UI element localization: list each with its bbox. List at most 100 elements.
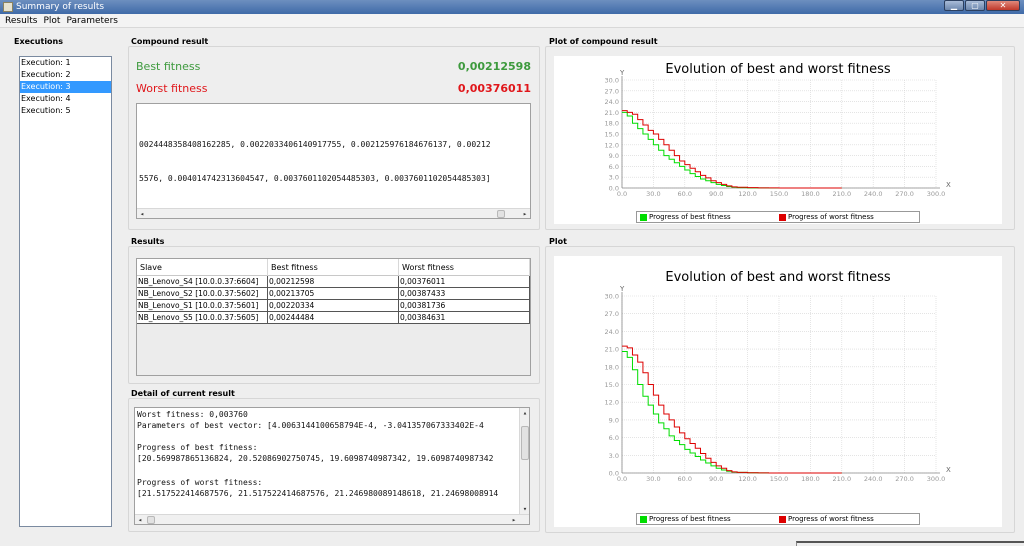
scroll-up-icon[interactable]: ▴: [520, 408, 529, 418]
x-tick-label: 270.0: [895, 475, 914, 483]
y-tick-label: 9.0: [609, 416, 619, 424]
y-tick-label: 18.0: [605, 363, 619, 371]
chart-legend: Progress of best fitness Progress of wor…: [636, 513, 920, 525]
status-strip: [796, 541, 1024, 546]
detail-horizontal-scrollbar[interactable]: ◂ ▸: [135, 514, 529, 524]
x-tick-label: 150.0: [770, 190, 789, 198]
y-tick-label: 21.0: [605, 109, 619, 117]
worst-fitness-value: 0,00376011: [457, 82, 531, 95]
results-table[interactable]: Slave Best fitness Worst fitness NB_Leno…: [136, 258, 531, 376]
app-icon: [3, 2, 13, 12]
cell-worst-fitness: 0,00384631: [399, 312, 530, 323]
scroll-thumb[interactable]: [147, 516, 155, 524]
y-tick-label: 30.0: [605, 77, 619, 85]
detail-title: Detail of current result: [131, 389, 235, 398]
cell-best-fitness: 0,00213705: [268, 288, 399, 299]
worst-fitness-line: [622, 110, 842, 189]
scroll-left-icon[interactable]: ◂: [135, 515, 145, 524]
table-row[interactable]: NB_Lenovo_S1 [10.0.0.37:5601] 0,00220334…: [137, 300, 530, 312]
compound-horizontal-scrollbar[interactable]: ◂ ▸: [137, 208, 530, 218]
compound-text-line: 0024448358408162285, 0.00220334061409177…: [139, 140, 491, 149]
x-tick-label: 300.0: [927, 190, 946, 198]
y-tick-label: 18.0: [605, 120, 619, 128]
y-tick-label: 15.0: [605, 131, 619, 139]
executions-list[interactable]: Execution: 1 Execution: 2 Execution: 3 E…: [19, 56, 112, 527]
y-tick-label: 3.0: [609, 452, 619, 460]
chart-legend: Progress of best fitness Progress of wor…: [636, 211, 920, 223]
detail-line: [21.517522414687576, 21.517522414687576,…: [137, 489, 499, 498]
x-tick-label: 0.0: [617, 475, 627, 483]
scroll-right-icon[interactable]: ▸: [520, 209, 530, 218]
x-tick-label: 90.0: [709, 475, 723, 483]
legend-swatch-best: [640, 516, 647, 523]
y-tick-label: 6.0: [609, 163, 619, 171]
x-tick-label: 120.0: [738, 475, 757, 483]
table-row[interactable]: NB_Lenovo_S4 [10.0.0.37:6604] 0,00212598…: [137, 276, 530, 288]
y-axis-label: Y: [619, 69, 625, 77]
scroll-thumb[interactable]: [497, 210, 505, 218]
cell-slave: NB_Lenovo_S2 [10.0.0.37:5602]: [137, 288, 268, 299]
y-tick-label: 24.0: [605, 328, 619, 336]
column-header-best-fitness[interactable]: Best fitness: [268, 259, 399, 276]
worst-fitness-label: Worst fitness: [136, 82, 208, 95]
y-tick-label: 15.0: [605, 381, 619, 389]
scroll-thumb[interactable]: [521, 426, 529, 460]
column-header-slave[interactable]: Slave: [137, 259, 268, 276]
detail-line: Worst fitness: 0,003760: [137, 410, 248, 419]
x-tick-label: 240.0: [864, 190, 883, 198]
compound-chart-panel: Evolution of best and worst fitness 0.0 3…: [554, 56, 1002, 224]
x-tick-label: 30.0: [646, 475, 660, 483]
y-tick-label: 12.0: [605, 141, 619, 149]
y-axis-label: Y: [619, 285, 625, 293]
current-chart: 0.0 3.0 6.0 9.0 12.0 15.0 18.0 21.0 24.0 27.0 30.0…: [605, 285, 951, 483]
execution-item[interactable]: Execution: 2: [20, 69, 111, 81]
compound-result-title: Compound result: [131, 37, 209, 46]
y-tick-label: 9.0: [609, 152, 619, 160]
column-header-worst-fitness[interactable]: Worst fitness: [399, 259, 530, 276]
x-tick-label: 60.0: [678, 190, 692, 198]
y-tick-label: 27.0: [605, 87, 619, 95]
y-tick-label: 3.0: [609, 174, 619, 182]
cell-best-fitness: 0,00220334: [268, 300, 399, 311]
window-title: Summary of results: [16, 2, 105, 12]
menu-results[interactable]: Results: [2, 14, 41, 27]
maximize-icon[interactable]: ▢: [965, 0, 985, 11]
worst-fitness-line: [622, 345, 842, 474]
detail-text[interactable]: Worst fitness: 0,003760 Parameters of be…: [134, 407, 530, 525]
execution-item[interactable]: Execution: 1: [20, 57, 111, 69]
plot-title: Plot: [549, 237, 567, 246]
minimize-icon[interactable]: ▁: [944, 0, 964, 11]
table-row[interactable]: NB_Lenovo_S2 [10.0.0.37:5602] 0,00213705…: [137, 288, 530, 300]
execution-item-selected[interactable]: Execution: 3: [20, 81, 111, 93]
x-tick-label: 30.0: [646, 190, 660, 198]
best-fitness-label: Best fitness: [136, 60, 201, 73]
best-fitness-line: [622, 350, 842, 474]
y-tick-label: 27.0: [605, 310, 619, 318]
scroll-right-icon[interactable]: ▸: [509, 515, 519, 524]
detail-vertical-scrollbar[interactable]: ▴ ▾: [519, 408, 529, 514]
legend-swatch-worst: [779, 516, 786, 523]
window-titlebar: Summary of results ▁ ▢ ✕: [0, 0, 1024, 14]
menu-plot[interactable]: Plot: [41, 14, 64, 27]
execution-item[interactable]: Execution: 5: [20, 105, 111, 117]
compound-result-text[interactable]: 0024448358408162285, 0.00220334061409177…: [136, 103, 531, 219]
y-tick-label: 21.0: [605, 346, 619, 354]
table-row[interactable]: NB_Lenovo_S5 [10.0.0.37:5605] 0,00244484…: [137, 312, 530, 324]
table-header: Slave Best fitness Worst fitness: [137, 259, 530, 276]
x-tick-label: 240.0: [864, 475, 883, 483]
legend-swatch-best: [640, 214, 647, 221]
close-icon[interactable]: ✕: [986, 0, 1020, 11]
menu-bar: Results Plot Parameters: [0, 14, 1024, 28]
cell-worst-fitness: 0,00387433: [399, 288, 530, 299]
execution-item[interactable]: Execution: 4: [20, 93, 111, 105]
legend-worst-label: Progress of worst fitness: [788, 213, 874, 221]
legend-worst-label: Progress of worst fitness: [788, 515, 874, 523]
y-tick-label: 24.0: [605, 98, 619, 106]
x-tick-label: 210.0: [832, 475, 851, 483]
window-controls: ▁ ▢ ✕: [944, 0, 1020, 12]
x-tick-label: 60.0: [678, 475, 692, 483]
scroll-down-icon[interactable]: ▾: [520, 504, 529, 514]
x-axis-label: X: [946, 466, 951, 474]
scroll-left-icon[interactable]: ◂: [137, 209, 147, 218]
menu-parameters[interactable]: Parameters: [63, 14, 121, 27]
